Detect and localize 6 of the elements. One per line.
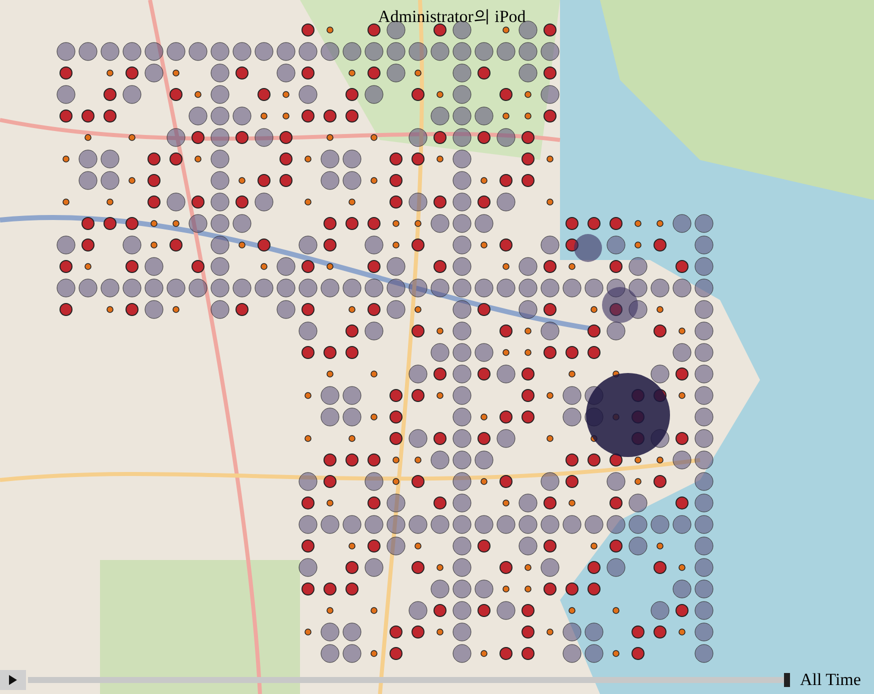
device-title: Administrator의 iPod xyxy=(378,8,526,25)
play-button[interactable] xyxy=(0,670,26,690)
timeline-track[interactable] xyxy=(28,677,784,683)
timeline-handle[interactable] xyxy=(784,673,790,687)
time-range-label: All Time xyxy=(800,669,861,692)
play-icon xyxy=(9,675,17,685)
